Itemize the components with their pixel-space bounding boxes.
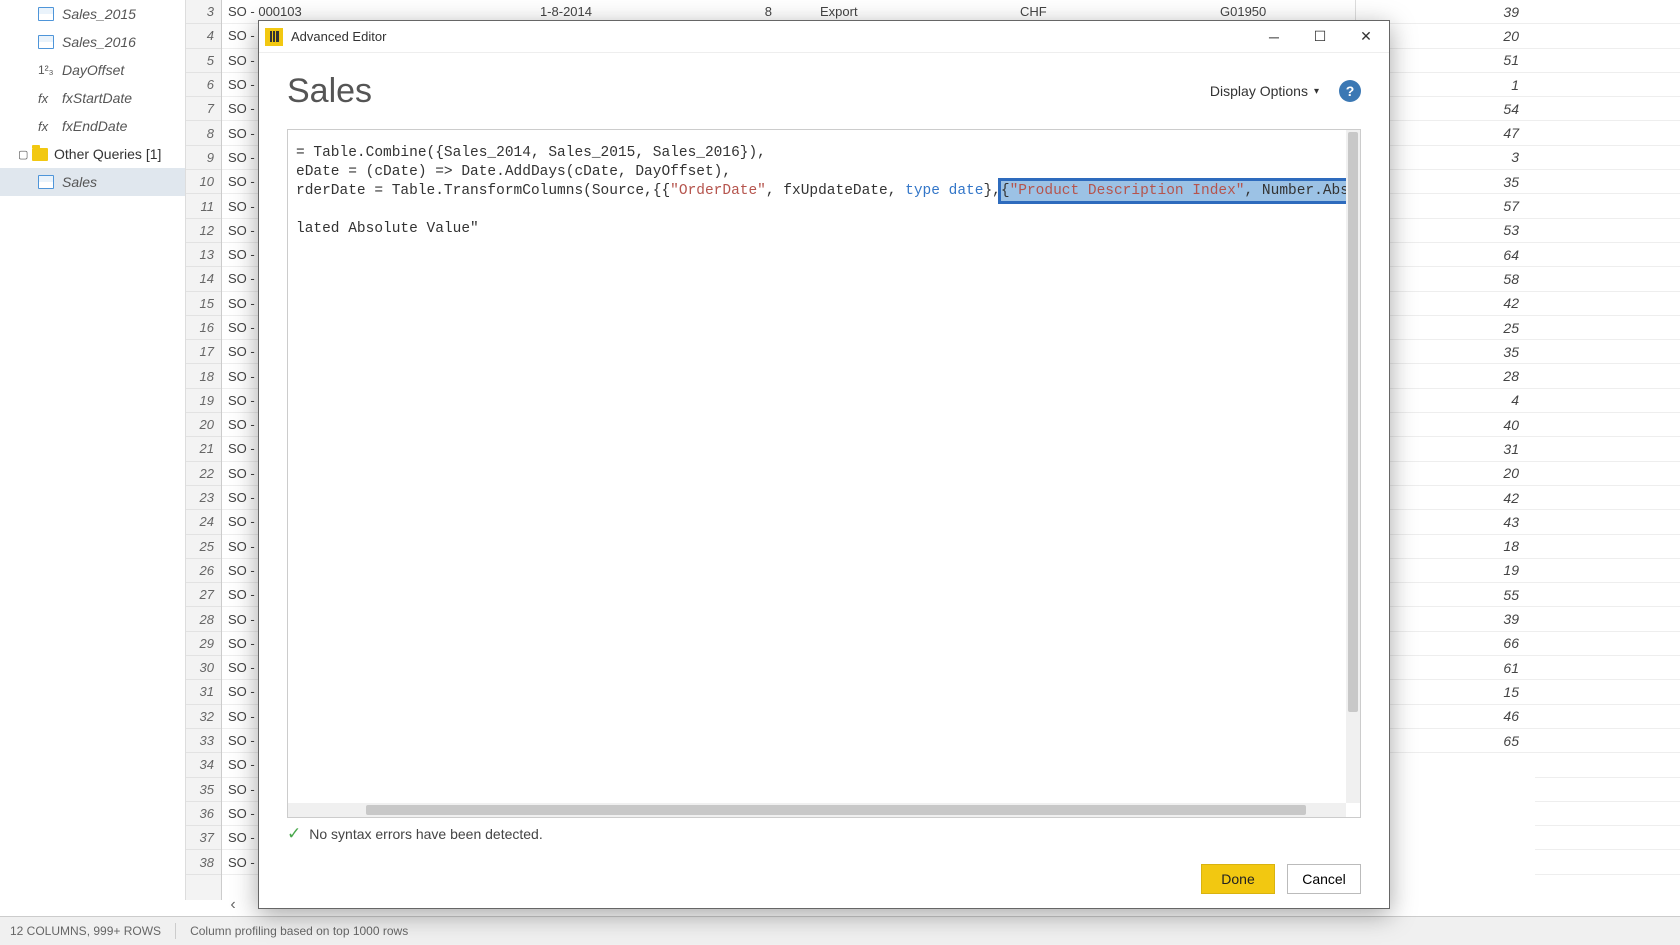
dialog-titlebar[interactable]: Advanced Editor ─ ☐ ✕: [259, 21, 1389, 53]
row-number[interactable]: 25: [186, 535, 221, 559]
row-number[interactable]: 16: [186, 316, 221, 340]
row-number[interactable]: 23: [186, 486, 221, 510]
done-button[interactable]: Done: [1201, 864, 1275, 894]
row-number[interactable]: 11: [186, 194, 221, 218]
row-number[interactable]: 4: [186, 24, 221, 48]
row-number[interactable]: 9: [186, 146, 221, 170]
syntax-status: ✓ No syntax errors have been detected.: [259, 818, 1389, 850]
row-number[interactable]: 31: [186, 680, 221, 704]
row-number[interactable]: 5: [186, 49, 221, 73]
query-label: Sales: [62, 174, 97, 190]
folder-icon: [32, 148, 48, 161]
dialog-header: Sales Display Options ▾ ?: [259, 53, 1389, 129]
fx-icon: fx: [38, 119, 56, 134]
query-item[interactable]: 1²₃ DayOffset: [0, 56, 185, 84]
caret-down-icon: ▢: [18, 148, 28, 161]
row-number[interactable]: 8: [186, 121, 221, 145]
query-label: DayOffset: [62, 62, 124, 78]
table-icon: [38, 35, 54, 49]
maximize-button[interactable]: ☐: [1297, 21, 1343, 53]
scroll-thumb[interactable]: [366, 805, 1306, 815]
query-item[interactable]: fx fxStartDate: [0, 84, 185, 112]
query-label: Sales_2015: [62, 6, 136, 22]
row-number[interactable]: 24: [186, 510, 221, 534]
row-number[interactable]: 21: [186, 437, 221, 461]
query-group-label: Other Queries [1]: [54, 146, 161, 162]
row-number[interactable]: 26: [186, 559, 221, 583]
row-number[interactable]: 19: [186, 389, 221, 413]
row-number-column: 3456789101112131415161718192021222324252…: [186, 0, 222, 900]
status-columns: 12 COLUMNS, 999+ ROWS: [10, 924, 161, 938]
row-number[interactable]: 17: [186, 340, 221, 364]
row-number[interactable]: 29: [186, 632, 221, 656]
status-profiling: Column profiling based on top 1000 rows: [190, 924, 408, 938]
query-group[interactable]: ▢ Other Queries [1]: [0, 140, 185, 168]
dialog-title: Advanced Editor: [291, 29, 386, 44]
row-number[interactable]: 37: [186, 826, 221, 850]
row-number[interactable]: 38: [186, 850, 221, 874]
query-label: Sales_2016: [62, 34, 136, 50]
horizontal-scrollbar[interactable]: [288, 803, 1346, 817]
row-number[interactable]: 13: [186, 243, 221, 267]
fx-icon: fx: [38, 91, 56, 106]
check-icon: ✓: [287, 824, 301, 844]
row-number[interactable]: 36: [186, 802, 221, 826]
row-number[interactable]: 18: [186, 364, 221, 388]
row-number[interactable]: 14: [186, 267, 221, 291]
status-bar: 12 COLUMNS, 999+ ROWS Column profiling b…: [0, 916, 1680, 945]
row-number[interactable]: 35: [186, 778, 221, 802]
cancel-button[interactable]: Cancel: [1287, 864, 1361, 894]
display-options-dropdown[interactable]: Display Options ▾: [1210, 83, 1319, 99]
row-number[interactable]: 32: [186, 705, 221, 729]
code-editor[interactable]: = Table.Combine({Sales_2014, Sales_2015,…: [287, 129, 1361, 818]
row-number[interactable]: 22: [186, 462, 221, 486]
table-icon: [38, 7, 54, 21]
dialog-buttons: Done Cancel: [259, 850, 1389, 908]
row-number[interactable]: 7: [186, 97, 221, 121]
row-number[interactable]: 10: [186, 170, 221, 194]
row-number[interactable]: 33: [186, 729, 221, 753]
query-label: fxStartDate: [62, 90, 132, 106]
query-label: fxEndDate: [62, 118, 127, 134]
powerbi-icon: [265, 28, 283, 46]
display-options-label: Display Options: [1210, 83, 1308, 99]
minimize-button[interactable]: ─: [1251, 21, 1297, 53]
vertical-scrollbar[interactable]: [1346, 130, 1360, 803]
row-number[interactable]: 6: [186, 73, 221, 97]
table-icon: [38, 175, 54, 189]
code-content[interactable]: = Table.Combine({Sales_2014, Sales_2015,…: [288, 130, 1346, 803]
query-heading: Sales: [287, 72, 1210, 111]
scroll-left-button[interactable]: ‹: [222, 895, 244, 915]
selected-code: {"Product Description Index", Number.Abs…: [1001, 181, 1346, 201]
query-item-sales[interactable]: Sales: [0, 168, 185, 196]
row-number[interactable]: 34: [186, 753, 221, 777]
query-item[interactable]: Sales_2016: [0, 28, 185, 56]
row-number[interactable]: 30: [186, 656, 221, 680]
number-icon: 1²₃: [38, 63, 56, 77]
separator: [175, 923, 176, 939]
advanced-editor-dialog: Advanced Editor ─ ☐ ✕ Sales Display Opti…: [258, 20, 1390, 909]
row-number[interactable]: 27: [186, 583, 221, 607]
query-item[interactable]: Sales_2015: [0, 0, 185, 28]
queries-panel: Sales_2015 Sales_2016 1²₃ DayOffset fx f…: [0, 0, 186, 900]
chevron-down-icon: ▾: [1314, 86, 1319, 97]
close-button[interactable]: ✕: [1343, 21, 1389, 53]
row-number[interactable]: 3: [186, 0, 221, 24]
syntax-status-text: No syntax errors have been detected.: [309, 826, 542, 842]
row-number[interactable]: 28: [186, 607, 221, 631]
row-number[interactable]: 15: [186, 292, 221, 316]
help-icon[interactable]: ?: [1339, 80, 1361, 102]
row-number[interactable]: 20: [186, 413, 221, 437]
query-item[interactable]: fx fxEndDate: [0, 112, 185, 140]
scroll-thumb[interactable]: [1348, 132, 1358, 712]
row-number[interactable]: 12: [186, 219, 221, 243]
